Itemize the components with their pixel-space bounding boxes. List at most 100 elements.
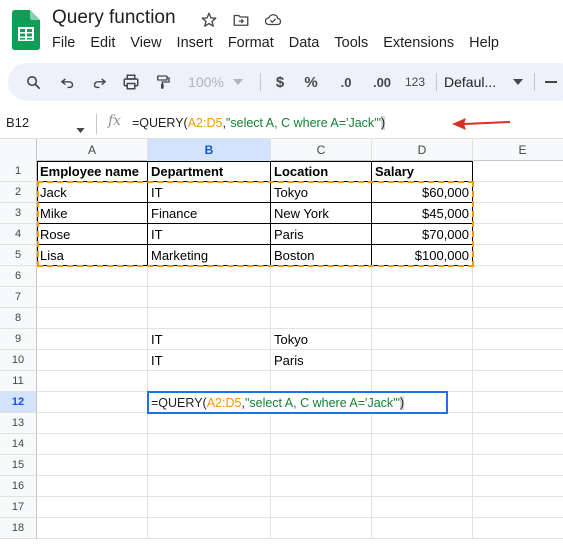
grid-cell[interactable] [473, 224, 563, 245]
decrease-decimal-button[interactable]: .0 [332, 63, 360, 101]
star-icon[interactable] [198, 9, 220, 31]
grid-cell[interactable] [372, 350, 473, 371]
cell-b10[interactable]: IT [148, 350, 271, 371]
cloud-saved-icon[interactable] [262, 9, 284, 31]
search-icon[interactable] [20, 63, 46, 101]
active-cell-b12-editor[interactable]: =QUERY(A2:D5, "select A, C where A='Jack'… [147, 391, 448, 414]
cell-a2[interactable]: Jack [37, 182, 148, 203]
cell-b3[interactable]: Finance [148, 203, 271, 224]
cell-c3[interactable]: New York [271, 203, 372, 224]
cell-d4[interactable]: $70,000 [372, 224, 473, 245]
currency-format-button[interactable]: $ [270, 63, 290, 101]
redo-icon[interactable] [86, 63, 112, 101]
grid-cell[interactable] [148, 371, 271, 392]
grid-cell[interactable] [473, 476, 563, 497]
row-header[interactable]: 12 [0, 392, 37, 413]
grid-cell[interactable] [372, 497, 473, 518]
grid-cell[interactable] [271, 497, 372, 518]
grid-cell[interactable] [148, 308, 271, 329]
row-header[interactable]: 8 [0, 308, 37, 329]
grid-cell[interactable] [372, 287, 473, 308]
grid-cell[interactable] [37, 455, 148, 476]
more-formats-button[interactable]: 123 [400, 63, 430, 101]
grid-cell[interactable] [37, 329, 148, 350]
menu-file[interactable]: File [52, 35, 75, 51]
menu-format[interactable]: Format [228, 35, 274, 51]
row-header[interactable]: 14 [0, 434, 37, 455]
row-header[interactable]: 16 [0, 476, 37, 497]
grid-cell[interactable] [271, 287, 372, 308]
grid-cell[interactable] [473, 434, 563, 455]
row-header[interactable]: 3 [0, 203, 37, 224]
grid-cell[interactable] [473, 350, 563, 371]
print-icon[interactable] [118, 63, 144, 101]
grid-cell[interactable] [473, 392, 563, 413]
column-header-a[interactable]: A [37, 139, 148, 161]
grid-cell[interactable] [37, 266, 148, 287]
grid-cell[interactable] [473, 203, 563, 224]
paint-format-icon[interactable] [150, 63, 176, 101]
select-all-corner[interactable] [0, 139, 37, 161]
grid-cell[interactable] [372, 476, 473, 497]
grid-cell[interactable] [473, 371, 563, 392]
grid-cell[interactable] [372, 455, 473, 476]
grid-cell[interactable] [148, 266, 271, 287]
grid-cell[interactable] [372, 518, 473, 539]
cell-b9[interactable]: IT [148, 329, 271, 350]
cell-a1[interactable]: Employee name [37, 161, 148, 182]
grid-cell[interactable] [148, 434, 271, 455]
row-header[interactable]: 17 [0, 497, 37, 518]
row-header[interactable]: 1 [0, 161, 37, 182]
zoom-chevron-down-icon[interactable] [230, 63, 246, 101]
grid-cell[interactable] [473, 497, 563, 518]
grid-cell[interactable] [271, 455, 372, 476]
cell-c4[interactable]: Paris [271, 224, 372, 245]
grid-cell[interactable] [372, 371, 473, 392]
cell-b1[interactable]: Department [148, 161, 271, 182]
cell-c1[interactable]: Location [271, 161, 372, 182]
grid-cell[interactable] [37, 308, 148, 329]
cell-d1[interactable]: Salary [372, 161, 473, 182]
formula-input[interactable]: =QUERY(A2:D5,"select A, C where A='Jack'… [132, 116, 386, 130]
cell-b2[interactable]: IT [148, 182, 271, 203]
grid-cell[interactable] [473, 329, 563, 350]
grid-cell[interactable] [473, 266, 563, 287]
grid-cell[interactable] [372, 329, 473, 350]
row-header[interactable]: 11 [0, 371, 37, 392]
grid-cell[interactable] [473, 161, 563, 182]
grid-cell[interactable] [271, 413, 372, 434]
menu-help[interactable]: Help [469, 35, 499, 51]
row-header[interactable]: 7 [0, 287, 37, 308]
grid-cell[interactable] [148, 497, 271, 518]
grid-cell[interactable] [473, 455, 563, 476]
grid-cell[interactable] [473, 182, 563, 203]
grid-cell[interactable] [148, 413, 271, 434]
menu-insert[interactable]: Insert [177, 35, 213, 51]
grid-cell[interactable] [148, 476, 271, 497]
percent-format-button[interactable]: % [300, 63, 322, 101]
row-header[interactable]: 13 [0, 413, 37, 434]
grid-cell[interactable] [372, 266, 473, 287]
grid-cell[interactable] [271, 518, 372, 539]
grid-cell[interactable] [37, 476, 148, 497]
row-header[interactable]: 9 [0, 329, 37, 350]
grid-cell[interactable] [271, 371, 372, 392]
grid-cell[interactable] [148, 455, 271, 476]
menu-view[interactable]: View [130, 35, 161, 51]
zoom-select[interactable]: 100% [184, 63, 228, 101]
grid-cell[interactable] [37, 413, 148, 434]
move-folder-icon[interactable] [230, 9, 252, 31]
grid-cell[interactable] [473, 518, 563, 539]
row-header[interactable]: 6 [0, 266, 37, 287]
cell-c5[interactable]: Boston [271, 245, 372, 266]
grid-cell[interactable] [473, 245, 563, 266]
cell-c2[interactable]: Tokyo [271, 182, 372, 203]
grid-cell[interactable] [271, 266, 372, 287]
grid-cell[interactable] [37, 350, 148, 371]
column-header-d[interactable]: D [372, 139, 473, 161]
row-header[interactable]: 10 [0, 350, 37, 371]
grid-cell[interactable] [37, 392, 148, 413]
grid-cell[interactable] [37, 434, 148, 455]
font-chevron-down-icon[interactable] [510, 63, 526, 101]
cell-b4[interactable]: IT [148, 224, 271, 245]
